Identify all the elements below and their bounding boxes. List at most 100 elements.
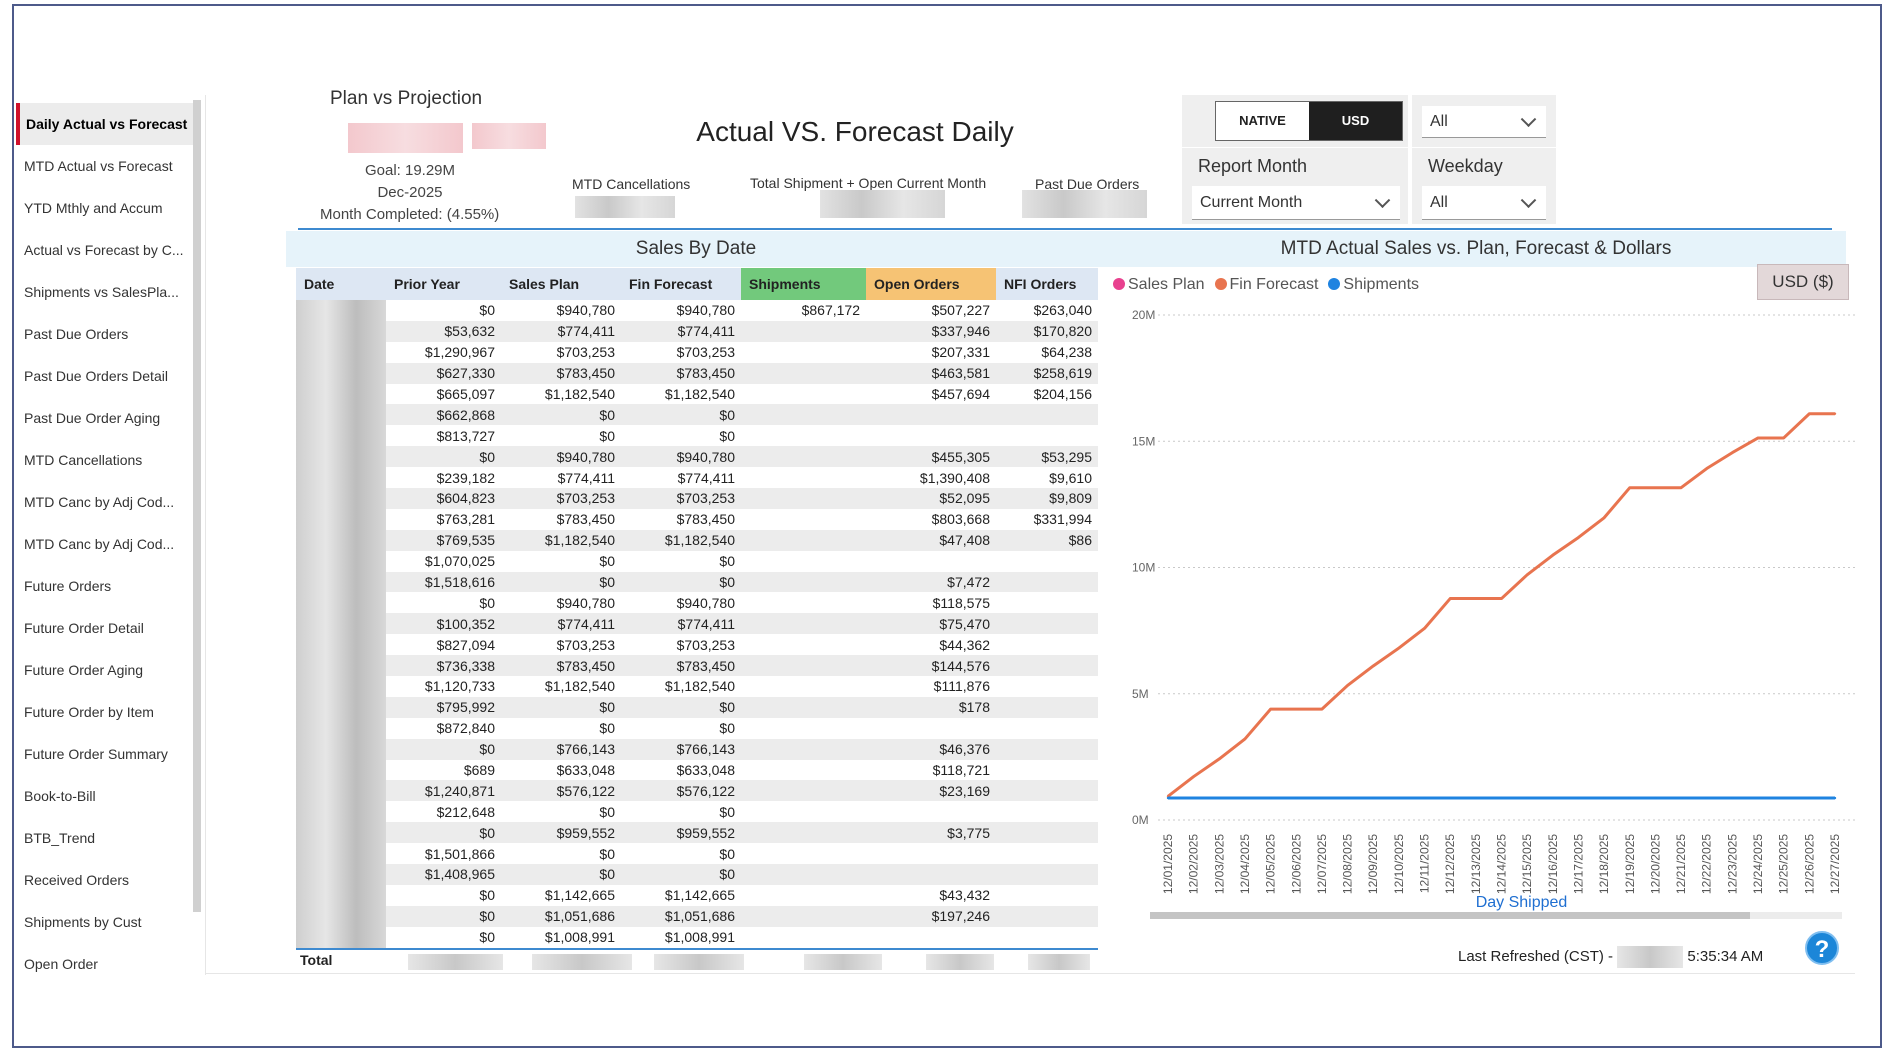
currency-toggle[interactable]: NATIVE USD bbox=[1215, 101, 1403, 141]
table-row[interactable]: $0 $959,552 $959,552 $3,775 bbox=[296, 822, 1098, 844]
table-row[interactable]: $827,094 $703,253 $703,253 $44,362 bbox=[296, 634, 1098, 656]
sidebar-item[interactable]: Future Order by Item bbox=[16, 691, 194, 733]
chart-legend[interactable]: Sales Plan Fin Forecast Shipments bbox=[1113, 276, 1419, 294]
data-point bbox=[1218, 796, 1221, 800]
sidebar-item[interactable]: MTD Canc by Adj Cod... bbox=[16, 523, 194, 565]
sidebar-item[interactable]: MTD Actual vs Forecast bbox=[16, 145, 194, 187]
sales-by-date-table[interactable]: Date Prior Year Sales Plan Fin Forecast Ship… bbox=[296, 268, 1098, 948]
legend-dot-icon bbox=[1328, 278, 1341, 290]
date-cell-redacted bbox=[296, 655, 386, 677]
table-cell: $940,780 bbox=[676, 594, 735, 611]
table-row[interactable]: $100,352 $774,411 $774,411 $75,470 bbox=[296, 613, 1098, 635]
column-header[interactable]: Sales Plan bbox=[501, 268, 621, 300]
table-row[interactable]: $0 $940,780 $940,780 $867,172 $507,227 $263,0… bbox=[296, 300, 1098, 321]
sidebar-item[interactable]: Future Orders bbox=[16, 565, 194, 607]
table-cell bbox=[741, 320, 866, 342]
table-cell: $23,169 bbox=[866, 780, 996, 802]
sidebar-item[interactable]: Future Order Summary bbox=[16, 733, 194, 775]
column-header[interactable]: Shipments bbox=[741, 268, 866, 300]
sidebar-item[interactable]: Daily Actual vs Forecast bbox=[16, 103, 194, 145]
table-row[interactable]: $872,840 $0 $0 bbox=[296, 717, 1098, 739]
data-point bbox=[1320, 796, 1324, 800]
table-cell bbox=[996, 801, 1098, 822]
legend-item[interactable]: Sales Plan bbox=[1113, 276, 1205, 294]
table-row[interactable]: $53,632 $774,411 $774,411 $337,946 $170,820 bbox=[296, 320, 1098, 342]
table-row[interactable]: $1,408,965 $0 $0 bbox=[296, 864, 1098, 885]
sidebar-item[interactable]: Book-to-Bill bbox=[16, 775, 194, 817]
sidebar-scrollbar[interactable] bbox=[193, 100, 201, 912]
table-row[interactable]: $0 $766,143 $766,143 $46,376 bbox=[296, 738, 1098, 760]
native-toggle-button[interactable]: NATIVE bbox=[1216, 102, 1309, 140]
table-row[interactable]: $1,518,616 $0 $0 $7,472 bbox=[296, 571, 1098, 593]
table-row[interactable]: $665,097 $1,182,540 $1,182,540 $457,694 $204… bbox=[296, 383, 1098, 405]
data-point bbox=[1372, 664, 1375, 668]
sidebar-item[interactable]: Shipments by Cust bbox=[16, 901, 194, 943]
table-row[interactable]: $0 $1,142,665 $1,142,665 $43,432 bbox=[296, 884, 1098, 906]
table-cell: $0 bbox=[599, 553, 615, 570]
table-row[interactable]: $627,330 $783,450 $783,450 $463,581 $258,619 bbox=[296, 362, 1098, 384]
chart-scrollbar[interactable] bbox=[1150, 912, 1750, 919]
table-row[interactable]: $0 $940,780 $940,780 $455,305 $53,295 bbox=[296, 446, 1098, 468]
sidebar-item[interactable]: Actual vs Forecast by C... bbox=[16, 229, 194, 271]
table-row[interactable]: $0 $1,051,686 $1,051,686 $197,246 bbox=[296, 905, 1098, 927]
table-row[interactable]: $1,290,967 $703,253 $703,253 $207,331 $64,23… bbox=[296, 341, 1098, 363]
table-row[interactable]: $689 $633,048 $633,048 $118,721 bbox=[296, 759, 1098, 781]
sidebar-item[interactable]: Future Order Aging bbox=[16, 649, 194, 691]
table-cell: $1,182,540 bbox=[544, 386, 615, 402]
column-header[interactable]: Prior Year bbox=[386, 268, 501, 300]
table-row[interactable]: $736,338 $783,450 $783,450 $144,576 bbox=[296, 655, 1098, 677]
sidebar-nav: Daily Actual vs Forecast MTD Actual vs Fo… bbox=[16, 103, 194, 974]
column-header[interactable]: NFI Orders bbox=[996, 268, 1098, 300]
sidebar-item[interactable]: Future Order Detail bbox=[16, 607, 194, 649]
sidebar-item[interactable]: Past Due Orders bbox=[16, 313, 194, 355]
table-row[interactable]: $604,823 $703,253 $703,253 $52,095 $9,809 bbox=[296, 488, 1098, 509]
column-header[interactable]: Fin Forecast bbox=[621, 268, 741, 300]
date-cell-redacted bbox=[296, 905, 386, 927]
sidebar-item[interactable]: Received Orders bbox=[16, 859, 194, 901]
table-row[interactable]: $1,501,866 $0 $0 bbox=[296, 843, 1098, 865]
legend-dot-icon bbox=[1214, 278, 1227, 290]
sidebar-item[interactable]: BTB_Trend bbox=[16, 817, 194, 859]
table-row[interactable]: $0 $1,008,991 $1,008,991 bbox=[296, 926, 1098, 948]
data-point bbox=[1320, 707, 1324, 711]
help-icon[interactable]: ? bbox=[1805, 931, 1839, 965]
table-row[interactable]: $763,281 $783,450 $783,450 $803,668 $331,994 bbox=[296, 508, 1098, 530]
table-row[interactable]: $1,070,025 $0 $0 bbox=[296, 550, 1098, 572]
sidebar-item[interactable]: Shipments vs SalesPla... bbox=[16, 271, 194, 313]
sidebar-item[interactable]: MTD Cancellations bbox=[16, 439, 194, 481]
table-cell: $43,432 bbox=[939, 887, 990, 904]
table-row[interactable]: $1,240,871 $576,122 $576,122 $23,169 bbox=[296, 780, 1098, 802]
date-cell-redacted bbox=[296, 320, 386, 342]
date-cell-redacted bbox=[296, 300, 386, 321]
sidebar-item[interactable]: Past Due Orders Detail bbox=[16, 355, 194, 397]
table-cell: $0 bbox=[719, 845, 735, 862]
table-cell bbox=[996, 905, 1098, 927]
legend-item[interactable]: Shipments bbox=[1328, 276, 1419, 294]
weekday-dropdown[interactable]: All bbox=[1422, 186, 1546, 220]
sidebar-item[interactable]: Open Order bbox=[16, 943, 194, 974]
table-row[interactable]: $795,992 $0 $0 $178 bbox=[296, 696, 1098, 718]
table-cell: $940,780 bbox=[501, 446, 621, 468]
filter-dropdown[interactable]: All bbox=[1422, 106, 1546, 138]
sidebar-item[interactable]: YTD Mthly and Accum bbox=[16, 187, 194, 229]
usd-toggle-button[interactable]: USD bbox=[1309, 102, 1402, 140]
report-month-dropdown[interactable]: Current Month bbox=[1192, 186, 1400, 220]
sidebar-item[interactable]: MTD Canc by Adj Cod... bbox=[16, 481, 194, 523]
table-row[interactable]: $769,535 $1,182,540 $1,182,540 $47,408 $86 bbox=[296, 529, 1098, 551]
total-shipments-redacted bbox=[804, 954, 882, 970]
table-cell bbox=[741, 676, 866, 697]
line-chart[interactable]: 0M 5M 10M 15M 20M 12/01/2025 12/02/2025 12/03/2… bbox=[1100, 300, 1860, 925]
table-row[interactable]: $239,182 $774,411 $774,411 $1,390,408 $9,610 bbox=[296, 467, 1098, 489]
table-row[interactable]: $813,727 $0 $0 bbox=[296, 425, 1098, 447]
table-row[interactable]: $212,648 $0 $0 bbox=[296, 801, 1098, 823]
sidebar-item[interactable]: Past Due Order Aging bbox=[16, 397, 194, 439]
column-header[interactable]: Date bbox=[296, 268, 386, 300]
x-tick-label: 12/02/2025 bbox=[1187, 834, 1201, 894]
column-header[interactable]: Open Orders bbox=[866, 268, 996, 300]
table-row[interactable]: $1,120,733 $1,182,540 $1,182,540 $111,876 bbox=[296, 676, 1098, 697]
legend-item[interactable]: Fin Forecast bbox=[1214, 276, 1318, 294]
sidebar-divider bbox=[205, 95, 206, 975]
table-row[interactable]: $662,868 $0 $0 bbox=[296, 404, 1098, 426]
currency-button[interactable]: USD ($) bbox=[1757, 264, 1849, 300]
table-row[interactable]: $0 $940,780 $940,780 $118,575 bbox=[296, 592, 1098, 614]
